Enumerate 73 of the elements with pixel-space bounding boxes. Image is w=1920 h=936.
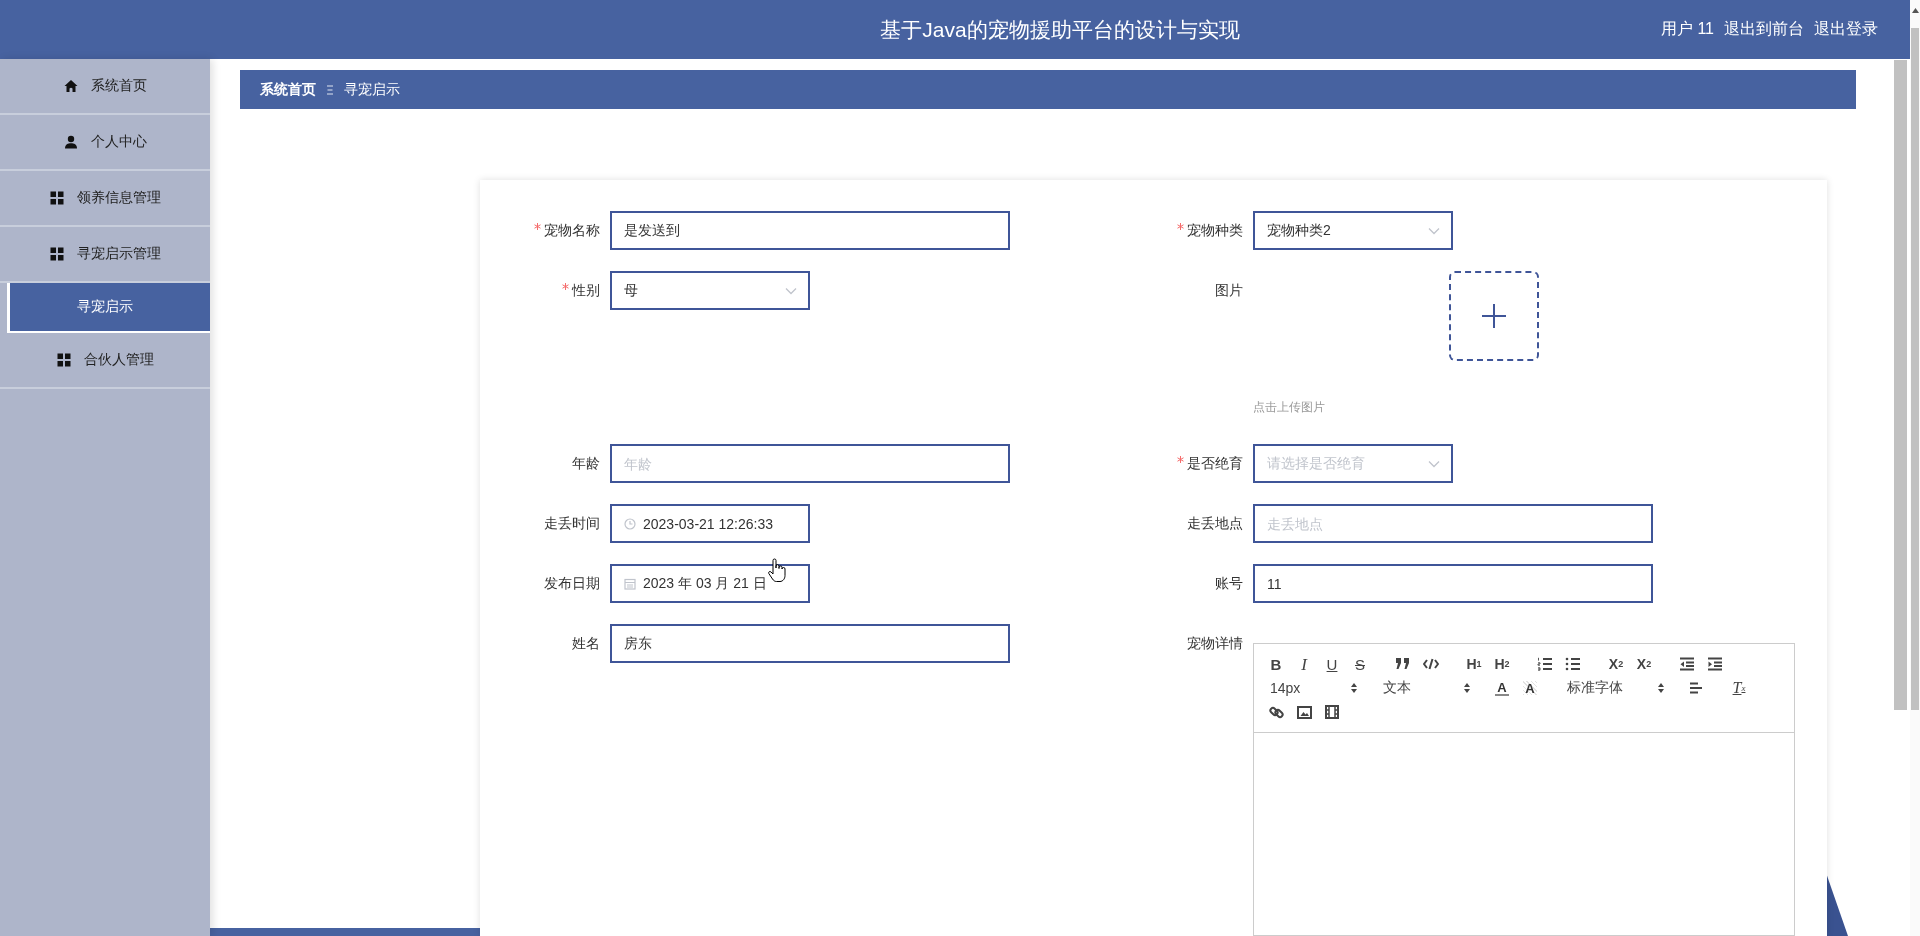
field-label: 走丢时间 bbox=[544, 514, 600, 533]
breadcrumb-separator-icon bbox=[326, 84, 334, 95]
sidebar-item[interactable]: 系统首页 bbox=[0, 59, 210, 115]
text-input[interactable]: 走丢地点 bbox=[1253, 504, 1653, 543]
field-label: 账号 bbox=[1215, 574, 1243, 593]
numbered-list-icon bbox=[1537, 657, 1553, 671]
field-label: 图片 bbox=[1215, 281, 1243, 300]
plus-icon bbox=[1481, 303, 1507, 329]
strikethrough-button[interactable]: S bbox=[1346, 652, 1374, 676]
background-color-button[interactable]: A bbox=[1516, 676, 1544, 700]
field-label: 姓名 bbox=[572, 634, 600, 653]
superscript-button[interactable]: X$^{2}$ bbox=[1630, 652, 1658, 676]
bullet-list-icon bbox=[1565, 657, 1581, 671]
date-time-picker[interactable]: 2023-03-21 12:26:33 bbox=[610, 504, 810, 543]
field-label: 性别 bbox=[572, 281, 600, 300]
breadcrumb-item[interactable]: 系统首页 bbox=[260, 80, 316, 99]
text-input[interactable]: 11 bbox=[1253, 564, 1653, 603]
field-label: 发布日期 bbox=[544, 574, 600, 593]
up-down-arrows-icon bbox=[1657, 682, 1665, 694]
clock-icon bbox=[624, 517, 636, 530]
field-label: 走丢地点 bbox=[1187, 514, 1243, 533]
text-input[interactable]: 房东 bbox=[610, 624, 1010, 663]
user-name: 用户 11 bbox=[1660, 19, 1714, 39]
sidebar-subitem[interactable]: 寻宠启示 bbox=[7, 283, 210, 333]
italic-button[interactable]: I bbox=[1290, 652, 1318, 676]
breadcrumb-item: 寻宠启示 bbox=[344, 80, 400, 99]
text-input[interactable]: 年龄 bbox=[610, 444, 1010, 483]
chevron-down-icon bbox=[1428, 459, 1440, 468]
link-icon bbox=[1268, 704, 1284, 720]
text-color-button[interactable]: A bbox=[1488, 676, 1516, 700]
film-icon bbox=[1325, 705, 1339, 719]
chevron-down-icon bbox=[785, 286, 797, 295]
bold-button[interactable]: B bbox=[1262, 652, 1290, 676]
app-title: 基于Java的宠物援助平台的设计与实现 bbox=[879, 16, 1241, 43]
indent-icon bbox=[1707, 657, 1723, 671]
home-icon bbox=[63, 79, 78, 93]
field-label: 宠物名称 bbox=[544, 221, 600, 240]
font-family-picker[interactable]: 标准字体 bbox=[1559, 676, 1667, 700]
calendar-icon bbox=[624, 577, 636, 590]
upload-hint: 点击上传图片 bbox=[1253, 399, 1325, 416]
select-field[interactable]: 母 bbox=[610, 271, 810, 310]
align-left-icon bbox=[1689, 682, 1703, 694]
outdent-icon bbox=[1679, 657, 1695, 671]
header-link[interactable]: 退出到前台 bbox=[1724, 19, 1804, 40]
sidebar-item[interactable]: 个人中心 bbox=[0, 115, 210, 171]
field-label: 宠物种类 bbox=[1187, 221, 1243, 240]
upload-box[interactable] bbox=[1449, 271, 1539, 361]
grid-icon bbox=[49, 191, 64, 205]
sidebar-item[interactable]: 领养信息管理 bbox=[0, 171, 210, 227]
grid-icon bbox=[49, 247, 64, 261]
scrollbar-thumb[interactable] bbox=[1894, 60, 1907, 710]
field-label: 宠物详情 bbox=[1187, 634, 1243, 653]
field-label: 年龄 bbox=[572, 454, 600, 473]
grid-icon bbox=[56, 353, 71, 367]
sidebar-item[interactable]: 合伙人管理 bbox=[0, 333, 210, 389]
underline-button[interactable]: U bbox=[1318, 652, 1346, 676]
quote-icon bbox=[1395, 657, 1411, 671]
scrollbar-thumb[interactable] bbox=[1911, 28, 1919, 710]
select-field[interactable]: 宠物种类2 bbox=[1253, 211, 1453, 250]
hand-cursor-icon bbox=[767, 558, 787, 583]
user-icon bbox=[63, 135, 78, 149]
up-down-arrows-icon bbox=[1463, 682, 1471, 694]
field-label: 是否绝育 bbox=[1187, 454, 1243, 473]
heading-picker[interactable]: 文本 bbox=[1375, 676, 1473, 700]
chevron-down-icon bbox=[1428, 226, 1440, 235]
code-icon bbox=[1423, 658, 1439, 670]
header-link[interactable]: 退出登录 bbox=[1814, 19, 1878, 40]
font-size-picker[interactable]: 14px bbox=[1262, 676, 1360, 700]
image-icon bbox=[1296, 705, 1312, 719]
text-input[interactable]: 是发送到 bbox=[610, 211, 1010, 250]
scroll-up-arrow-icon[interactable] bbox=[1911, 8, 1919, 13]
up-down-arrows-icon bbox=[1350, 682, 1358, 694]
date-picker[interactable]: 2023 年 03 月 21 日 bbox=[610, 564, 810, 603]
